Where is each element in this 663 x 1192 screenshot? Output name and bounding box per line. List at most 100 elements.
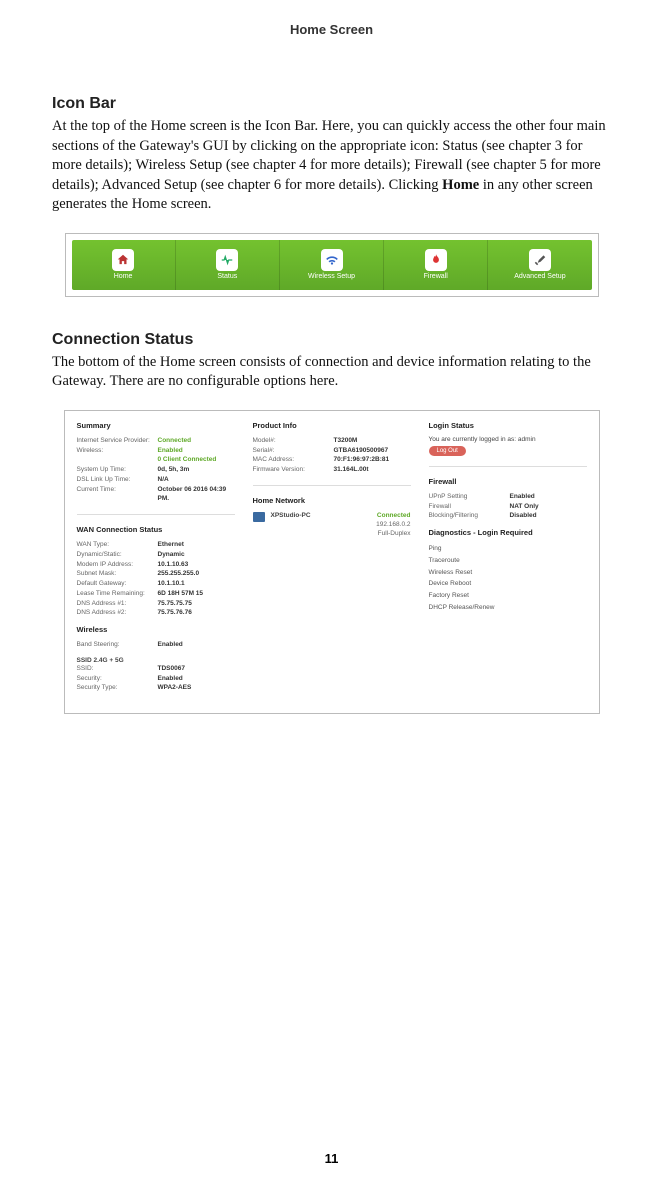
kv-row: DNS Address #2: 75.75.76.76	[77, 608, 235, 618]
kv-key: Dynamic/Static:	[77, 550, 154, 560]
iconbar-item-firewall[interactable]: Firewall	[384, 240, 488, 290]
kv-val: Enabled	[158, 640, 235, 650]
kv-val: 0 Client Connected	[158, 455, 235, 465]
paragraph-icon-bar: At the top of the Home screen is the Ico…	[52, 117, 611, 215]
kv-row: WAN Type:Ethernet	[77, 540, 235, 550]
home-network-device: XPStudio-PC Connected 192.168.0.2 Full-D…	[253, 511, 411, 538]
kv-key: Internet Service Provider:	[77, 436, 154, 446]
kv-key: DNS Address #2:	[77, 608, 154, 618]
kv-row: Subnet Mask:255.255.255.0	[77, 569, 235, 579]
kv-key: Lease Time Remaining:	[77, 589, 154, 599]
diagnostics-item[interactable]: Wireless Reset	[429, 567, 587, 579]
iconbar-label: Home	[114, 273, 133, 280]
kv-row: Model#: T3200M	[253, 436, 411, 446]
status-col-1: Summary Internet Service Provider: Connec…	[77, 421, 235, 693]
paragraph-connection-status: The bottom of the Home screen consists o…	[52, 353, 611, 392]
iconbar-item-status[interactable]: Status	[176, 240, 280, 290]
kv-val: N/A	[158, 475, 235, 485]
diagnostics-item[interactable]: Factory Reset	[429, 590, 587, 602]
kv-val: 31.164L.00t	[334, 465, 411, 475]
firewall-rows: UPnP SettingEnabledFirewall NAT Only Block…	[429, 492, 587, 521]
kv-key: WAN Type:	[77, 540, 154, 550]
kv-row: DSL Link Up Time: N/A	[77, 475, 235, 485]
heading-firewall: Firewall	[429, 477, 587, 486]
logout-button[interactable]: Log Out	[429, 446, 466, 456]
product-rows: Model#: T3200M Serial#: GTBA6190500967 MAC A…	[253, 436, 411, 475]
iconbar-item-advanced[interactable]: Advanced Setup	[488, 240, 591, 290]
kv-val: Dynamic	[158, 550, 235, 560]
kv-row: Lease Time Remaining: 6D 18H 57M 15	[77, 589, 235, 599]
kv-key: DSL Link Up Time:	[77, 475, 154, 485]
iconbar-label: Status	[217, 273, 237, 280]
device-status: Connected	[377, 511, 411, 520]
kv-val: 75.75.75.75	[158, 599, 235, 609]
kv-val: October 06 2016 04:39 PM.	[158, 485, 235, 505]
kv-val: GTBA6190500967	[334, 446, 411, 456]
heading-summary: Summary	[77, 421, 235, 430]
kv-row: Default Gateway: 10.1.10.1	[77, 579, 235, 589]
device-name: XPStudio-PC	[271, 511, 311, 520]
kv-val: Enabled	[158, 674, 235, 684]
heading-wan: WAN Connection Status	[77, 525, 235, 534]
iconbar-item-wireless[interactable]: Wireless Setup	[280, 240, 384, 290]
summary-rows: Internet Service Provider:ConnectedWirel…	[77, 436, 235, 504]
kv-val: TDS0067	[158, 664, 235, 674]
separator	[77, 514, 235, 515]
kv-row: Serial#: GTBA6190500967	[253, 446, 411, 456]
kv-val: 75.75.76.76	[158, 608, 235, 618]
diagnostics-item[interactable]: Ping	[429, 543, 587, 555]
kv-val: Enabled	[158, 446, 235, 456]
kv-key: Firewall	[429, 502, 506, 512]
kv-val: Connected	[158, 436, 235, 446]
kv-key: Firmware Version:	[253, 465, 330, 475]
kv-val: 10.1.10.1	[158, 579, 235, 589]
kv-row: Modem IP Address:10.1.10.63	[77, 560, 235, 570]
kv-val: NAT Only	[510, 502, 587, 512]
page-number: 11	[0, 1151, 663, 1166]
login-text: You are currently logged in as: admin	[429, 436, 587, 443]
kv-val: WPA2-AES	[158, 683, 235, 693]
kv-key: SSID:	[77, 664, 154, 674]
kv-row: Dynamic/Static: Dynamic	[77, 550, 235, 560]
kv-row: Internet Service Provider: Connected	[77, 436, 235, 446]
kv-val: T3200M	[334, 436, 411, 446]
kv-key: Blocking/Filtering	[429, 511, 506, 521]
kv-key: Band Steering:	[77, 640, 154, 650]
separator	[429, 466, 587, 467]
kv-key: Model#:	[253, 436, 330, 446]
home-icon	[112, 249, 134, 271]
kv-row: UPnP SettingEnabled	[429, 492, 587, 502]
wireless-rows: SSID: TDS0067Security:EnabledSecurity Typ…	[77, 664, 235, 693]
diagnostics-item[interactable]: Traceroute	[429, 555, 587, 567]
kv-row: Current Time:October 06 2016 04:39 PM.	[77, 485, 235, 505]
iconbar-figure: Home Status Wireless Setup Firewall	[65, 233, 599, 297]
heading-login: Login Status	[429, 421, 587, 430]
iconbar: Home Status Wireless Setup Firewall	[72, 240, 592, 290]
heading-icon-bar: Icon Bar	[52, 95, 611, 113]
kv-val: 0d, 5h, 3m	[158, 465, 235, 475]
ssid-heading: SSID 2.4G + 5G	[77, 657, 235, 664]
kv-key: MAC Address:	[253, 455, 330, 465]
kv-row: Wireless: Enabled	[77, 446, 235, 456]
kv-row: Security:Enabled	[77, 674, 235, 684]
diagnostics-item[interactable]: Device Reboot	[429, 578, 587, 590]
kv-row: Firewall NAT Only	[429, 502, 587, 512]
kv-key: Serial#:	[253, 446, 330, 456]
wireless-icon	[321, 249, 343, 271]
diagnostics-item[interactable]: DHCP Release/Renew	[429, 602, 587, 614]
computer-icon	[253, 512, 265, 522]
heading-product: Product Info	[253, 421, 411, 430]
kv-key: UPnP Setting	[429, 492, 506, 502]
heading-diagnostics: Diagnostics - Login Required	[429, 528, 587, 537]
heading-connection-status: Connection Status	[52, 331, 611, 349]
iconbar-label: Firewall	[424, 273, 448, 280]
kv-key: Default Gateway:	[77, 579, 154, 589]
kv-val: 255.255.255.0	[158, 569, 235, 579]
iconbar-item-home[interactable]: Home	[72, 240, 176, 290]
kv-val: 6D 18H 57M 15	[158, 589, 235, 599]
device-ip: 192.168.0.2	[271, 520, 411, 529]
kv-row: Firmware Version: 31.164L.00t	[253, 465, 411, 475]
kv-key: Wireless:	[77, 446, 154, 456]
kv-row: Security Type:WPA2-AES	[77, 683, 235, 693]
status-col-2: Product Info Model#: T3200M Serial#: GTBA61…	[253, 421, 411, 693]
